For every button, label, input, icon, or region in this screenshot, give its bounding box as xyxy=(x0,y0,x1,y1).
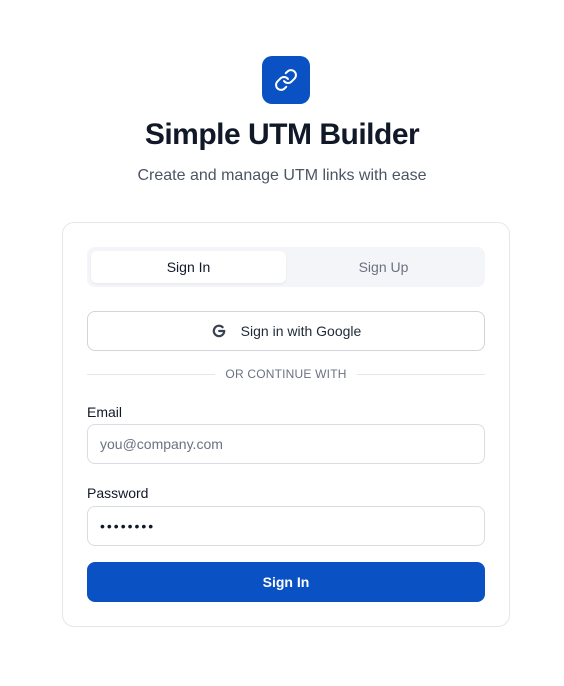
page: Simple UTM Builder Create and manage UTM… xyxy=(0,0,564,686)
divider-line-right xyxy=(356,373,486,375)
email-input[interactable] xyxy=(87,424,485,464)
tab-sign-in[interactable]: Sign In xyxy=(91,251,286,283)
link-icon xyxy=(275,69,297,91)
sign-in-button[interactable]: Sign In xyxy=(87,562,485,602)
tab-sign-up[interactable]: Sign Up xyxy=(286,251,481,283)
password-label: Password xyxy=(87,485,149,501)
google-sign-in-button[interactable]: Sign in with Google xyxy=(87,311,485,351)
auth-card: Sign In Sign Up Sign in with Google OR C… xyxy=(62,222,510,627)
divider: OR CONTINUE WITH xyxy=(87,366,486,382)
auth-tabs: Sign In Sign Up xyxy=(87,247,485,287)
page-title: Simple UTM Builder xyxy=(144,118,420,151)
divider-line-left xyxy=(87,373,216,375)
password-input[interactable] xyxy=(87,506,485,546)
page-subtitle: Create and manage UTM links with ease xyxy=(137,167,427,184)
divider-text: OR CONTINUE WITH xyxy=(225,367,347,381)
google-button-label: Sign in with Google xyxy=(240,323,362,339)
email-label: Email xyxy=(87,404,123,420)
google-icon xyxy=(212,324,225,338)
app-logo xyxy=(262,56,310,104)
